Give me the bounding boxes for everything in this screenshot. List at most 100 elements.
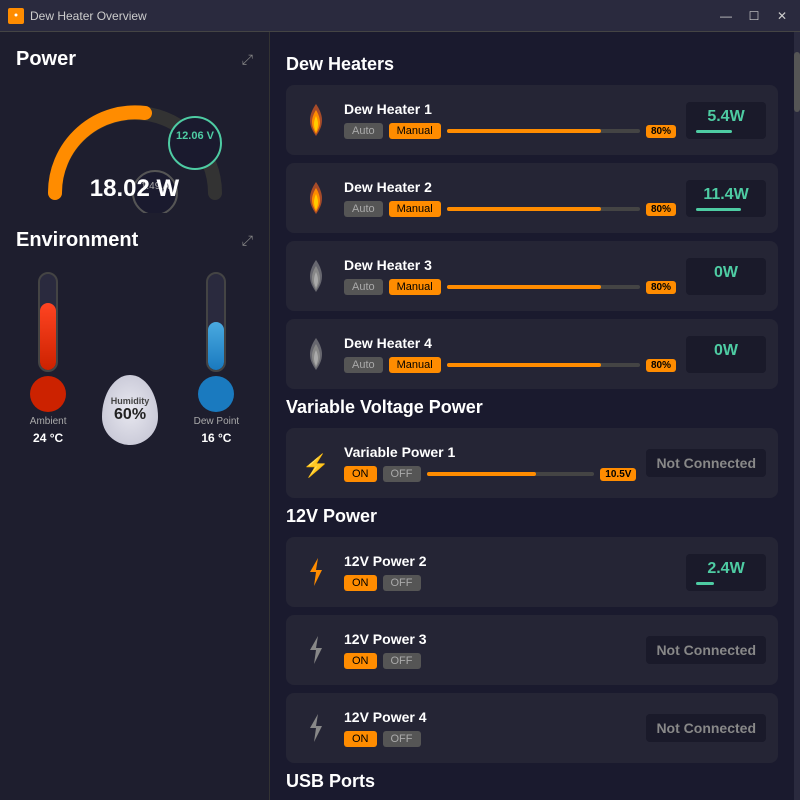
12v-power-3-icon xyxy=(298,632,334,668)
maximize-button[interactable]: ☐ xyxy=(744,6,764,26)
ambient-bar xyxy=(38,272,58,372)
power-external-icon[interactable]: ⤢ xyxy=(242,51,253,68)
dew-heater-1-controls: Auto Manual 80% xyxy=(344,123,676,139)
12v-power-3-on-btn[interactable]: ON xyxy=(344,653,377,669)
scrollbar-thumb[interactable] xyxy=(794,52,800,112)
12v-power-2-bar xyxy=(696,582,714,585)
bolt-icon-4 xyxy=(302,712,330,744)
dew-heater-3-info: Dew Heater 3 Auto Manual 80% xyxy=(344,257,676,295)
dew-heater-1-badge: 80% xyxy=(646,125,676,138)
thermometer-container: Ambient 24 °C Humidity 60% xyxy=(16,264,253,453)
12v-power-4-card: 12V Power 4 ON OFF Not Connected xyxy=(286,693,778,763)
dew-heater-2-info: Dew Heater 2 Auto Manual 80% xyxy=(344,179,676,217)
ambient-item: Ambient 24 °C xyxy=(30,272,67,445)
window: Dew Heater Overview — ☐ ✕ Power ⤢ xyxy=(0,0,800,800)
svg-text:⚡⚡: ⚡⚡ xyxy=(302,453,332,479)
variable-power-1-track[interactable] xyxy=(427,472,595,476)
dew-heater-4-track[interactable] xyxy=(447,363,640,367)
dew-heater-4-value: 0W xyxy=(696,342,756,360)
dew-heater-1-manual-btn[interactable]: Manual xyxy=(389,123,441,139)
variable-power-1-slider: 10.5V xyxy=(427,468,637,481)
dew-heater-2-icon xyxy=(298,180,334,216)
12v-power-4-controls: ON OFF xyxy=(344,731,636,747)
env-title: Environment xyxy=(16,229,138,252)
flame-icon-4 xyxy=(302,336,330,372)
scrollbar[interactable] xyxy=(794,32,800,800)
dew-heater-3-fill xyxy=(447,285,602,289)
12v-power-3-name: 12V Power 3 xyxy=(344,631,636,647)
power-section-header: Power ⤢ xyxy=(16,48,253,71)
dew-heater-2-name: Dew Heater 2 xyxy=(344,179,676,195)
dew-heater-3-icon xyxy=(298,258,334,294)
dew-heater-1-track[interactable] xyxy=(447,129,640,133)
dew-heater-1-auto-btn[interactable]: Auto xyxy=(344,123,383,139)
dew-heater-2-track[interactable] xyxy=(447,207,640,211)
dew-heater-3-auto-btn[interactable]: Auto xyxy=(344,279,383,295)
dew-heater-4-value-box: 0W xyxy=(686,336,766,373)
variable-power-1-icon: ⚡⚡ xyxy=(298,445,334,481)
12v-power-2-value: 2.4W xyxy=(696,560,756,578)
dew-heater-4-name: Dew Heater 4 xyxy=(344,335,676,351)
power-gauge: 12.06 V 1.49 A 18.02 W xyxy=(35,83,235,213)
ambient-fill xyxy=(40,303,56,370)
variable-power-1-value-box: Not Connected xyxy=(646,449,766,477)
variable-power-1-info: Variable Power 1 ON OFF 10.5V xyxy=(344,444,636,482)
dew-point-bulb xyxy=(198,376,234,412)
12v-power-2-controls: ON OFF xyxy=(344,575,676,591)
12v-power-2-info: 12V Power 2 ON OFF xyxy=(344,553,676,591)
dew-heater-2-manual-btn[interactable]: Manual xyxy=(389,201,441,217)
dew-heater-2-fill xyxy=(447,207,602,211)
dew-heater-4-info: Dew Heater 4 Auto Manual 80% xyxy=(344,335,676,373)
dew-heater-4-manual-btn[interactable]: Manual xyxy=(389,357,441,373)
dew-heater-3-value: 0W xyxy=(696,264,756,282)
dew-heater-1-name: Dew Heater 1 xyxy=(344,101,676,117)
bolt-icon-2 xyxy=(302,556,330,588)
close-button[interactable]: ✕ xyxy=(772,6,792,26)
main-content: Power ⤢ 12.06 V 1.49 A 18.02 W xyxy=(0,32,800,800)
12v-power-2-value-box: 2.4W xyxy=(686,554,766,591)
dew-heater-2-bar xyxy=(696,208,741,211)
window-title: Dew Heater Overview xyxy=(30,9,716,23)
window-controls: — ☐ ✕ xyxy=(716,6,792,26)
dew-point-value: 16 °C xyxy=(201,431,231,445)
dew-heater-4-controls: Auto Manual 80% xyxy=(344,357,676,373)
variable-power-1-off-btn[interactable]: OFF xyxy=(383,466,421,482)
minimize-button[interactable]: — xyxy=(716,6,736,26)
12v-power-3-off-btn[interactable]: OFF xyxy=(383,653,421,669)
dew-heater-3-track[interactable] xyxy=(447,285,640,289)
double-bolt-icon: ⚡⚡ xyxy=(300,447,332,479)
variable-power-1-on-btn[interactable]: ON xyxy=(344,466,377,482)
environment-section: Environment ⤢ Ambient 24 °C xyxy=(16,229,253,453)
dew-heater-2-controls: Auto Manual 80% xyxy=(344,201,676,217)
dew-heater-2-auto-btn[interactable]: Auto xyxy=(344,201,383,217)
dew-heater-1-card: Dew Heater 1 Auto Manual 80% 5.4W xyxy=(286,85,778,155)
env-external-icon[interactable]: ⤢ xyxy=(242,232,253,249)
variable-power-1-status: Not Connected xyxy=(656,455,756,471)
12v-power-2-card: 12V Power 2 ON OFF 2.4W xyxy=(286,537,778,607)
dew-heater-3-manual-btn[interactable]: Manual xyxy=(389,279,441,295)
dew-heater-1-value-box: 5.4W xyxy=(686,102,766,139)
12v-power-4-on-btn[interactable]: ON xyxy=(344,731,377,747)
humidity-label: Humidity xyxy=(111,396,150,406)
variable-power-1-name: Variable Power 1 xyxy=(344,444,636,460)
flame-icon-2 xyxy=(302,180,330,216)
variable-power-1-controls: ON OFF 10.5V xyxy=(344,466,636,482)
ambient-value: 24 °C xyxy=(33,431,63,445)
12v-power-2-off-btn[interactable]: OFF xyxy=(383,575,421,591)
env-section-header: Environment ⤢ xyxy=(16,229,253,252)
dew-heater-4-auto-btn[interactable]: Auto xyxy=(344,357,383,373)
flame-icon-3 xyxy=(302,258,330,294)
12v-power-3-info: 12V Power 3 ON OFF xyxy=(344,631,636,669)
dew-heater-3-name: Dew Heater 3 xyxy=(344,257,676,273)
12v-power-2-on-btn[interactable]: ON xyxy=(344,575,377,591)
humidity-bubble: Humidity 60% xyxy=(102,375,158,445)
dew-heater-4-slider: 80% xyxy=(447,359,676,372)
12v-power-4-info: 12V Power 4 ON OFF xyxy=(344,709,636,747)
left-panel: Power ⤢ 12.06 V 1.49 A 18.02 W xyxy=(0,32,270,800)
variable-voltage-title: Variable Voltage Power xyxy=(286,397,778,418)
dew-heater-4-icon xyxy=(298,336,334,372)
12v-power-4-off-btn[interactable]: OFF xyxy=(383,731,421,747)
12v-power-title: 12V Power xyxy=(286,506,778,527)
dew-point-fill xyxy=(208,322,224,370)
dew-heater-2-card: Dew Heater 2 Auto Manual 80% 11.4W xyxy=(286,163,778,233)
